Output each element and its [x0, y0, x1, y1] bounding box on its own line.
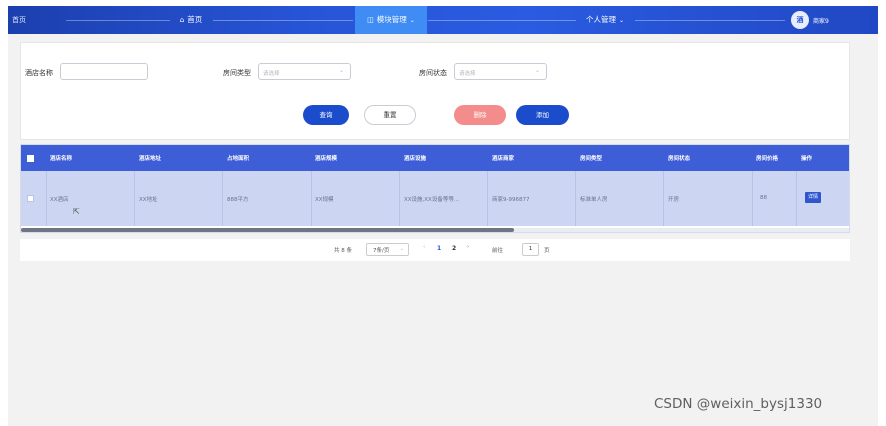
nav-item-label: 模块管理	[376, 15, 407, 24]
cell-room-status: 开房	[668, 197, 680, 203]
hotel-table: 酒店名称 酒店地址 占地面积 酒店规模 酒店设施 酒店商家 房间类型 房间状态 …	[20, 144, 850, 233]
delete-button[interactable]: 删除	[454, 105, 506, 125]
goto-suffix: 页	[544, 248, 550, 254]
table-row[interactable]: XX酒店 XX地址 888平方 XX规模 XX设施,XX设备等等... 商家9-…	[21, 171, 849, 226]
top-nav-bar: 首页 ⌂ 首页 ◫ 模块管理 ⌄ 个人管理 ⌄ 酒 商家9	[8, 6, 878, 34]
pagination: 共 8 条 7条/页 ⌄ ‹ 1 2 › 前往 1 页	[20, 239, 850, 261]
nav-item-module-management[interactable]: ◫ 模块管理 ⌄	[355, 6, 427, 34]
page-number-current[interactable]: 1	[437, 245, 441, 252]
column-header: 酒店名称	[50, 156, 73, 162]
column-header: 占地面积	[227, 156, 250, 162]
username: 商家9	[813, 17, 829, 25]
nav-divider-line	[428, 20, 576, 21]
column-divider	[752, 171, 753, 226]
query-button[interactable]: 查询	[303, 105, 349, 125]
page-size-value: 7条/页	[373, 248, 390, 254]
column-header: 酒店设施	[404, 156, 427, 162]
column-header: 酒店商家	[492, 156, 515, 162]
goto-page-input[interactable]: 1	[522, 243, 539, 256]
chevron-down-icon: ⌄	[399, 246, 404, 252]
nav-divider-line	[635, 20, 785, 21]
column-header: 酒店地址	[139, 156, 162, 162]
cell-facilities: XX设施,XX设备等等...	[404, 197, 460, 203]
reset-button[interactable]: 重置	[364, 105, 416, 125]
detail-button[interactable]: 详情	[805, 192, 821, 203]
goto-label: 前往	[492, 248, 504, 254]
column-divider	[311, 171, 312, 226]
chevron-down-icon: ⌄	[534, 67, 540, 74]
brand-label: 首页	[12, 16, 26, 24]
cell-room-type: 标准单人房	[580, 197, 608, 203]
mouse-cursor-icon: ⇱	[73, 207, 80, 216]
nav-item-home[interactable]: ⌂ 首页	[168, 6, 214, 34]
app-frame: 首页 ⌂ 首页 ◫ 模块管理 ⌄ 个人管理 ⌄ 酒 商家9 酒店名称 房间类型 请选择 …	[8, 6, 878, 426]
cell-area: 888平方	[227, 197, 249, 203]
column-divider	[487, 171, 488, 226]
nav-item-personal-management[interactable]: 个人管理 ⌄	[576, 6, 634, 34]
room-status-placeholder: 请选择	[459, 71, 476, 77]
home-icon: ⌂	[179, 16, 185, 24]
cell-hotel-name: XX酒店	[50, 197, 69, 203]
cell-address: XX地址	[139, 197, 158, 203]
cell-price: 88	[760, 195, 767, 201]
column-header: 酒店规模	[315, 156, 338, 162]
nav-divider-line	[213, 20, 353, 21]
row-checkbox[interactable]	[27, 195, 34, 202]
column-divider	[222, 171, 223, 226]
search-panel: 酒店名称 房间类型 请选择 ⌄ 房间状态 请选择 ⌄	[20, 42, 850, 140]
column-header: 操作	[801, 156, 813, 162]
avatar: 酒	[791, 11, 809, 29]
hotel-name-input[interactable]	[60, 63, 148, 80]
scrollbar-thumb[interactable]	[21, 228, 514, 232]
column-header: 房间价格	[756, 156, 779, 162]
room-type-select[interactable]: 请选择 ⌄	[258, 63, 351, 80]
column-divider	[575, 171, 576, 226]
column-divider	[134, 171, 135, 226]
select-all-checkbox[interactable]	[27, 155, 34, 162]
room-type-label: 房间类型	[223, 69, 251, 77]
column-header: 房间状态	[668, 156, 691, 162]
page-size-select[interactable]: 7条/页 ⌄	[366, 243, 409, 256]
total-count: 共 8 条	[334, 248, 352, 254]
room-type-placeholder: 请选择	[263, 71, 280, 77]
next-page-button[interactable]: ›	[467, 244, 469, 250]
nav-item-label: 首页	[187, 15, 203, 24]
chevron-down-icon: ⌄	[409, 17, 415, 24]
cell-merchant: 商家9-996877	[492, 197, 530, 203]
room-status-select[interactable]: 请选择 ⌄	[454, 63, 547, 80]
prev-page-button[interactable]: ‹	[423, 244, 425, 250]
hotel-name-label: 酒店名称	[25, 69, 53, 77]
column-divider	[796, 171, 797, 226]
chevron-down-icon: ⌄	[338, 67, 344, 74]
column-divider	[46, 171, 47, 226]
nav-item-label: 个人管理	[585, 15, 616, 24]
nav-divider-line	[66, 20, 170, 21]
cell-scale: XX规模	[315, 197, 334, 203]
column-divider	[663, 171, 664, 226]
table-header: 酒店名称 酒店地址 占地面积 酒店规模 酒店设施 酒店商家 房间类型 房间状态 …	[21, 145, 849, 171]
column-header: 房间类型	[580, 156, 603, 162]
grid-icon: ◫	[367, 16, 374, 24]
add-button[interactable]: 添加	[516, 105, 569, 125]
user-menu[interactable]: 酒 商家9	[791, 11, 829, 29]
watermark: CSDN @weixin_bysj1330	[654, 396, 823, 412]
room-status-label: 房间状态	[419, 69, 447, 77]
chevron-down-icon: ⌄	[618, 17, 625, 24]
column-divider	[399, 171, 400, 226]
page-number[interactable]: 2	[452, 245, 456, 252]
